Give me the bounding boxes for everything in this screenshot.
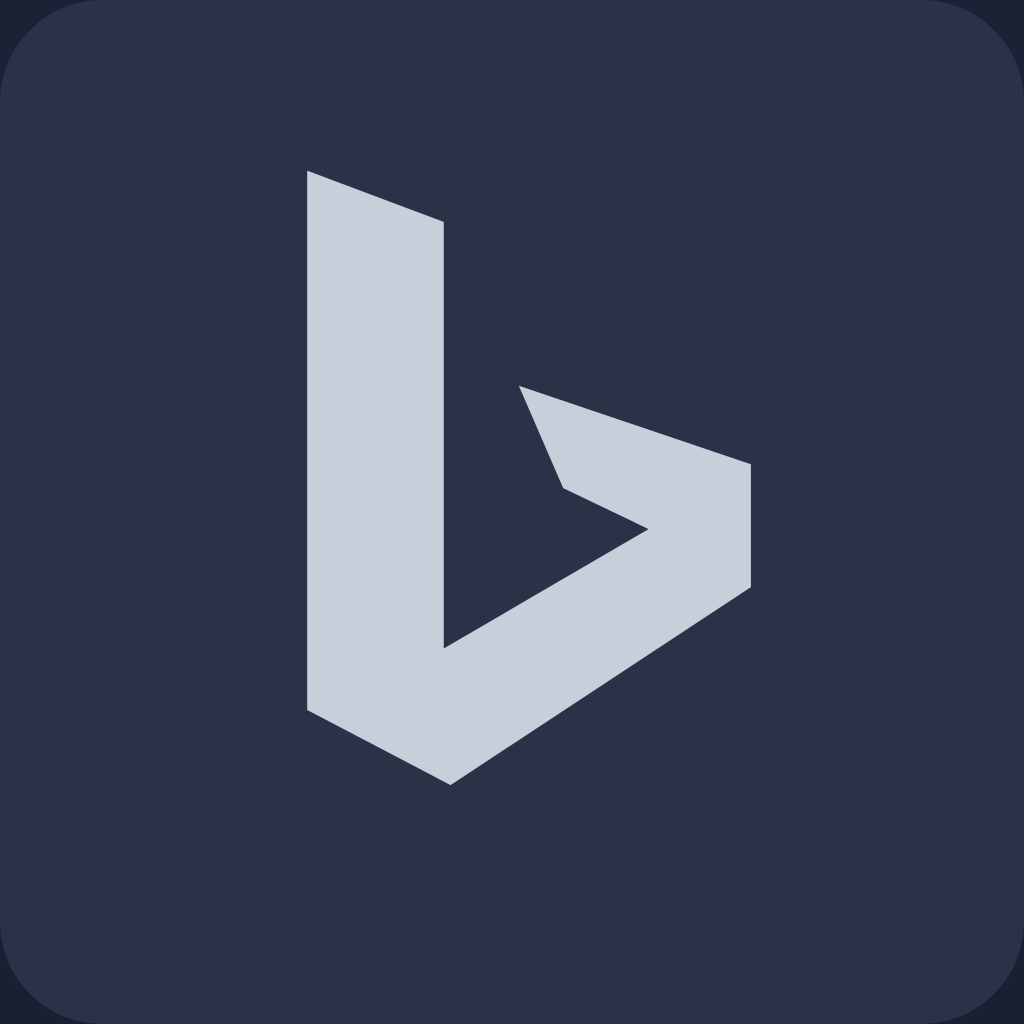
bing-logo-icon (0, 0, 1024, 1024)
scene (0, 0, 1024, 1024)
